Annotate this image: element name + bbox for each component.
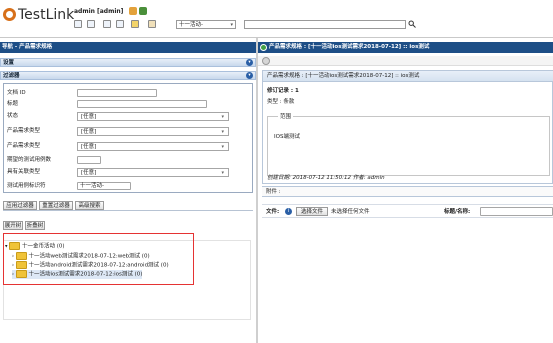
- expected-cases-label: 期望的测试用例数: [7, 157, 52, 163]
- title-name-input[interactable]: [480, 207, 553, 216]
- expected-cases-input[interactable]: [77, 156, 101, 164]
- filter-section[interactable]: 过滤器 ▾: [0, 71, 256, 80]
- doc-id-input[interactable]: [77, 89, 157, 97]
- settings-section[interactable]: 设置 ▾: [0, 58, 256, 67]
- scope-fieldset: 范围 IOS端测试: [267, 113, 550, 176]
- filter-divider: [3, 210, 253, 211]
- settings-gear-icon[interactable]: [262, 57, 270, 65]
- home-icon[interactable]: [74, 20, 82, 28]
- choose-file-button[interactable]: 选择文件: [296, 207, 328, 216]
- title-name-label: 标题/名称:: [444, 209, 471, 215]
- pencil-icon[interactable]: [148, 20, 156, 28]
- search-icon[interactable]: [408, 20, 416, 28]
- title-input[interactable]: [77, 100, 207, 108]
- right-toolbar: [258, 56, 553, 66]
- revision-text: 修订记录 : 1: [267, 88, 299, 94]
- req-type-label: 产品需求类型: [7, 143, 41, 149]
- no-file-text: 未选择任何文件: [331, 209, 370, 215]
- title-label: 标题: [7, 101, 19, 107]
- collapse-tree-button[interactable]: 折叠树: [25, 221, 45, 230]
- product-type-select[interactable]: [任意]: [77, 127, 229, 136]
- events-icon[interactable]: [131, 20, 139, 28]
- status-label: 状态: [7, 113, 19, 119]
- edit-icon[interactable]: [103, 20, 111, 28]
- current-user: admin [admin]: [74, 8, 124, 15]
- top-bar: TestLink admin [admin] 十一活动-: [0, 0, 553, 38]
- globe-icon: [260, 44, 267, 51]
- requirement-panel: 产品需求规格 : [十一活动ios测试需求2018-07-12] :: ios测…: [262, 70, 553, 184]
- advanced-search-button[interactable]: 高级搜索: [75, 201, 104, 210]
- highlight-box: [3, 233, 194, 285]
- logo-ring-icon: [3, 8, 16, 21]
- created-info: 创建日期: 2018-07-12 11:50:12 作者: admin: [267, 175, 385, 181]
- filter-panel: 文档 ID 标题 状态 [任意] 产品需求类型 [任意] 产品需求类型 [任意]…: [3, 83, 253, 193]
- panel-splitter[interactable]: [256, 38, 258, 343]
- user-icon[interactable]: [129, 7, 137, 15]
- expand-tree-button[interactable]: 展开树: [3, 221, 23, 230]
- grid-icon[interactable]: [87, 20, 95, 28]
- logo-text: TestLink: [18, 7, 75, 23]
- scope-text: IOS端测试: [274, 134, 300, 140]
- collapse-settings-icon[interactable]: ▾: [246, 59, 253, 66]
- right-panel-title: 产品需求规格 : [十一活动ios测试需求2018-07-12] :: ios测…: [258, 42, 553, 53]
- reset-filter-button[interactable]: 重置过滤器: [39, 201, 73, 210]
- file-label: 文件:: [266, 209, 280, 215]
- project-select[interactable]: 十一活动-: [176, 20, 236, 29]
- search-input[interactable]: [244, 20, 406, 29]
- scope-label: 范围: [278, 113, 294, 121]
- doc-id-label: 文档 ID: [7, 90, 26, 96]
- relation-type-select[interactable]: [任意]: [77, 168, 229, 177]
- test-case-id-label: 测试用例标识符: [7, 183, 46, 189]
- test-case-id-input[interactable]: 十一活动-: [77, 182, 131, 190]
- filter-label: 过滤器: [3, 73, 20, 79]
- left-panel-title: 导航 - 产品需求规格: [0, 42, 256, 53]
- collapse-filter-icon[interactable]: ▾: [246, 72, 253, 79]
- logout-icon[interactable]: [139, 7, 147, 15]
- requirement-title: 产品需求规格 : [十一活动ios测试需求2018-07-12] :: ios测…: [263, 71, 553, 82]
- users-icon[interactable]: [116, 20, 124, 28]
- info-icon[interactable]: i: [285, 208, 292, 215]
- req-type-select[interactable]: [任意]: [77, 142, 229, 151]
- apply-filter-button[interactable]: 应用过滤器: [3, 201, 37, 210]
- type-text: 类型 : 条款: [267, 99, 295, 105]
- attachments-bar: 附件 :: [262, 186, 553, 197]
- file-upload-row: 文件: i 选择文件 未选择任何文件 标题/名称:: [262, 204, 553, 218]
- settings-label: 设置: [3, 60, 15, 66]
- relation-type-label: 具有关联类型: [7, 169, 41, 175]
- status-select[interactable]: [任意]: [77, 112, 229, 121]
- product-type-label: 产品需求类型: [7, 128, 41, 134]
